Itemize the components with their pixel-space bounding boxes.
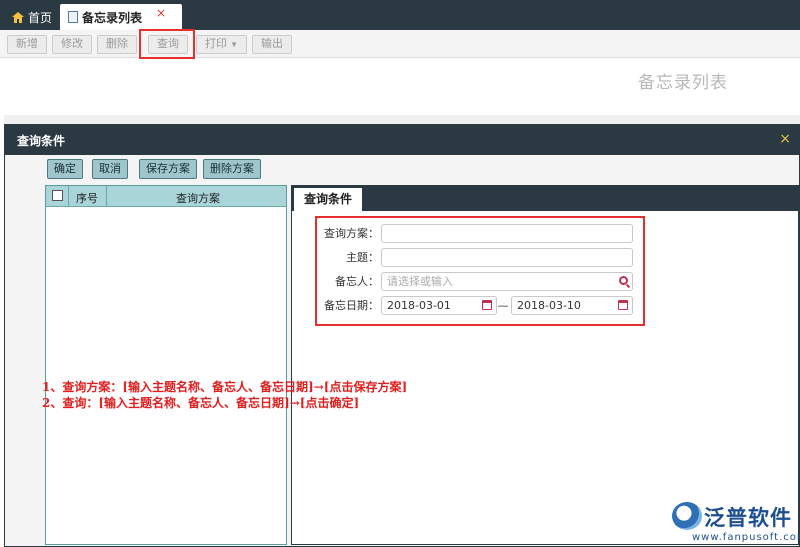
dialog-title: 查询条件 [17,133,66,148]
calendar-icon[interactable] [618,300,628,310]
scheme-list-header: 序号 查询方案 [46,186,286,207]
subject-row: 主题： [317,248,647,268]
print-button[interactable]: 打印 ▼ [196,35,247,54]
dialog-header: 查询条件 × [5,125,799,155]
confirm-button[interactable]: 确定 [47,159,83,179]
date-range-separator: — [497,299,509,312]
calendar-icon[interactable] [482,300,492,310]
scheme-input[interactable] [381,224,633,243]
tab-bar: 首页 备忘录列表 × [0,0,800,30]
select-all-checkbox[interactable] [52,190,63,201]
subject-label: 主题： [346,251,379,264]
date-from-value: 2018-03-01 [387,299,451,312]
column-divider [106,186,107,206]
logo-url: www.fanpusoft.com [692,532,800,543]
export-button[interactable]: 输出 [252,35,292,54]
subject-input[interactable] [381,248,633,267]
column-divider [68,186,69,206]
save-scheme-button[interactable]: 保存方案 [139,159,197,179]
date-to-input[interactable]: 2018-03-10 [511,296,633,315]
page-title: 备忘录列表 [638,73,728,93]
column-index: 序号 [76,192,98,205]
add-button[interactable]: 新增 [7,35,47,54]
chevron-down-icon: ▼ [230,40,238,49]
scheme-row: 查询方案： [317,224,647,244]
tab-memo-list[interactable]: 备忘录列表 × [60,4,182,30]
query-highlight-box [139,29,195,59]
scheme-label: 查询方案： [324,227,379,240]
query-conditions-panel: 查询条件 查询方案： 主题： 备忘人： 请选择或输入 备忘日期： 2018-03… [291,185,799,545]
tab-close-icon[interactable]: × [156,6,166,20]
logo-mark-icon [672,502,702,530]
edit-button[interactable]: 修改 [52,35,92,54]
form-highlight-box: 查询方案： 主题： 备忘人： 请选择或输入 备忘日期： 2018-03-01 —… [315,216,645,326]
tab-memo-list-label: 备忘录列表 [82,10,143,25]
date-row: 备忘日期： 2018-03-01 — 2018-03-10 [317,296,647,316]
print-button-label: 打印 [205,38,227,50]
tab-home[interactable]: 首页 [4,4,60,30]
date-to-value: 2018-03-10 [517,299,581,312]
close-icon[interactable]: × [779,131,791,147]
scheme-list-panel: 序号 查询方案 [45,185,287,545]
home-icon [12,11,24,23]
column-scheme: 查询方案 [176,192,220,205]
person-input[interactable]: 请选择或输入 [381,272,633,291]
main-toolbar: 新增 修改 删除 查询 打印 ▼ 输出 [0,30,800,58]
dialog-toolbar: 确定 取消 保存方案 删除方案 [5,155,799,185]
search-icon[interactable] [619,276,628,285]
query-dialog: 查询条件 × 确定 取消 保存方案 删除方案 序号 查询方案 查询条件 查询方案… [4,124,800,547]
tab-home-label: 首页 [28,10,53,25]
delete-button[interactable]: 删除 [97,35,137,54]
cancel-button[interactable]: 取消 [92,159,128,179]
person-row: 备忘人： 请选择或输入 [317,272,647,292]
tab-query-conditions[interactable]: 查询条件 [294,188,363,211]
date-from-input[interactable]: 2018-03-01 [381,296,497,315]
conditions-tab-bar: 查询条件 [292,186,798,211]
delete-scheme-button[interactable]: 删除方案 [203,159,261,179]
person-label: 备忘人： [335,275,379,288]
annotation-line-1: 1、查询方案：[输入主题名称、备忘人、备忘日期]→[点击保存方案] [42,380,408,394]
annotation-line-2: 2、查询：[输入主题名称、备忘人、备忘日期]→[点击确定] [42,396,360,410]
person-placeholder: 请选择或输入 [387,275,453,288]
date-label: 备忘日期： [324,299,379,312]
logo-name: 泛普软件 [704,506,792,530]
document-icon [68,11,78,23]
